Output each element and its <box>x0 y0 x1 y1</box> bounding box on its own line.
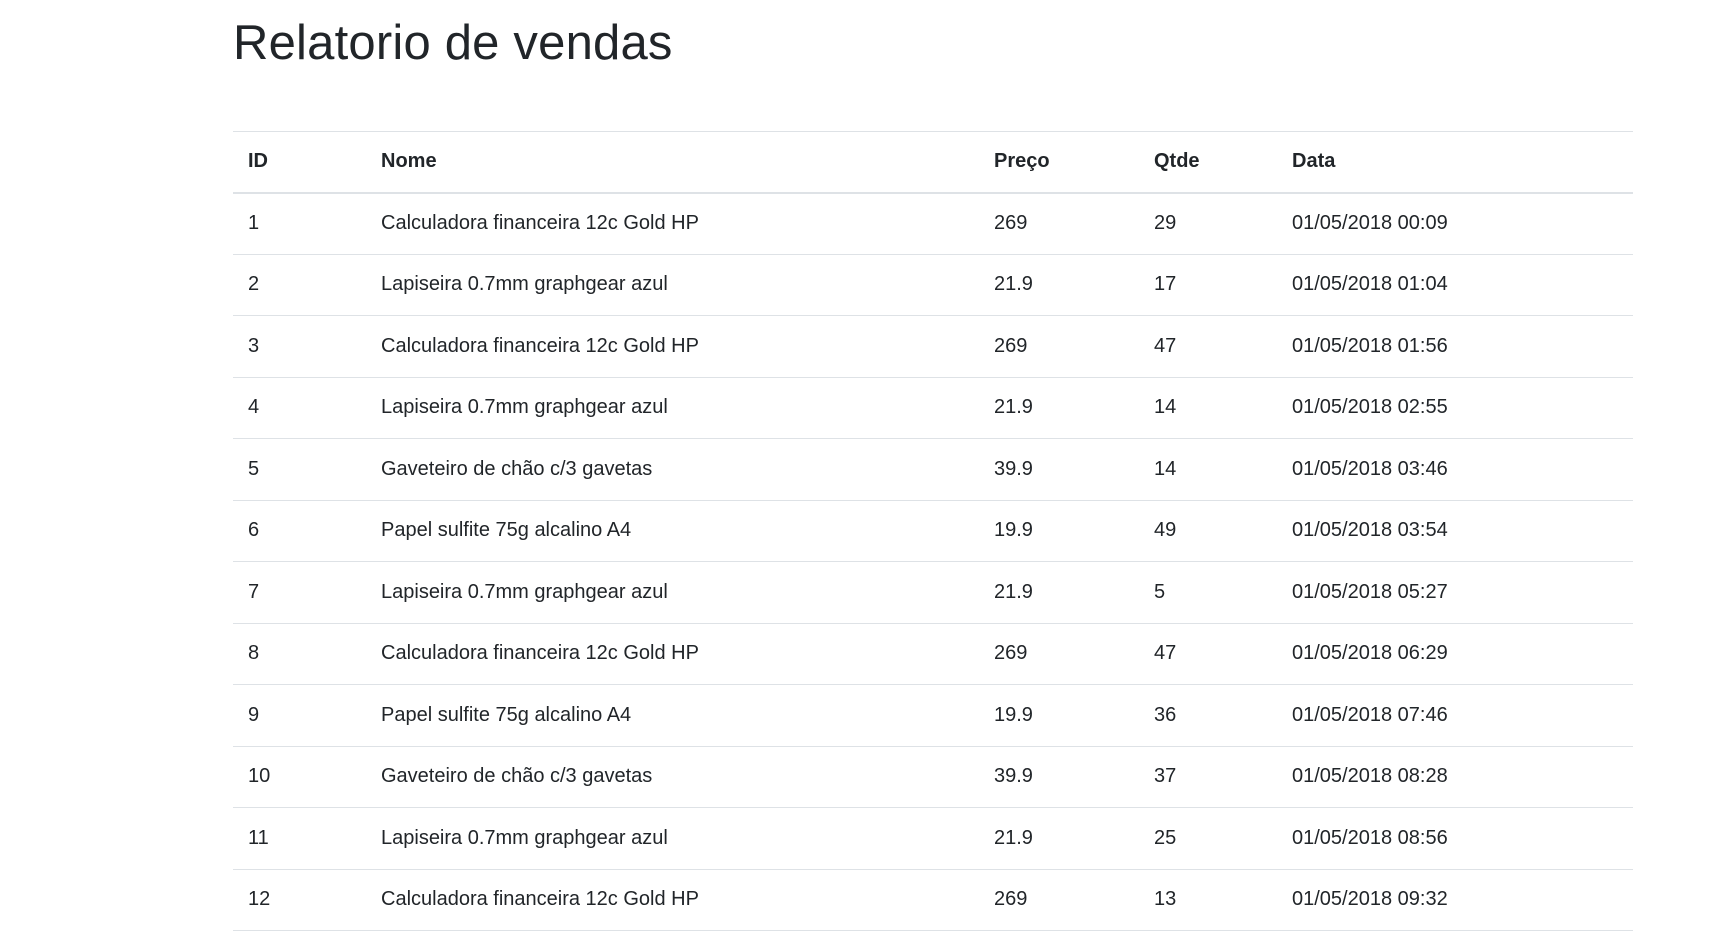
table-row: 10 Gaveteiro de chão c/3 gavetas 39.9 37 01/… <box>233 746 1633 808</box>
cell-data: 01/05/2018 00:09 <box>1277 192 1633 255</box>
table-row: 9 Papel sulfite 75g alcalino A4 19.9 36 01/0… <box>233 684 1633 747</box>
cell-qtde: 5 <box>1139 561 1277 624</box>
cell-preco: 269 <box>979 192 1139 255</box>
table-row: 6 Papel sulfite 75g alcalino A4 19.9 49 01/0… <box>233 500 1633 562</box>
cell-preco: 21.9 <box>979 254 1139 316</box>
cell-qtde: 25 <box>1139 807 1277 870</box>
cell-preco: 39.9 <box>979 438 1139 501</box>
cell-qtde: 29 <box>1139 192 1277 255</box>
cell-data: 01/05/2018 08:56 <box>1277 807 1633 870</box>
cell-preco: 19.9 <box>979 684 1139 747</box>
cell-data: 01/05/2018 06:29 <box>1277 623 1633 685</box>
cell-nome: Lapiseira 0.7mm graphgear azul <box>366 377 979 439</box>
page-title: Relatorio de vendas <box>233 16 673 70</box>
column-header-nome: Nome <box>366 131 979 194</box>
table-row: 11 Lapiseira 0.7mm graphgear azul 21.9 25 01… <box>233 807 1633 870</box>
cell-qtde: 37 <box>1139 746 1277 808</box>
cell-preco: 21.9 <box>979 561 1139 624</box>
cell-nome: Lapiseira 0.7mm graphgear azul <box>366 254 979 316</box>
cell-data: 01/05/2018 03:54 <box>1277 500 1633 562</box>
cell-id: 10 <box>233 746 366 808</box>
cell-preco: 21.9 <box>979 377 1139 439</box>
cell-nome: Calculadora financeira 12c Gold HP <box>366 192 979 255</box>
table-header: ID Nome Preço Qtde Data <box>233 131 1633 194</box>
cell-nome: Papel sulfite 75g alcalino A4 <box>366 500 979 562</box>
table-row: 3 Calculadora financeira 12c Gold HP 269 47… <box>233 315 1633 378</box>
table-row: 12 Calculadora financeira 12c Gold HP 269 1… <box>233 869 1633 931</box>
cell-qtde: 17 <box>1139 254 1277 316</box>
cell-qtde: 36 <box>1139 684 1277 747</box>
cell-id: 9 <box>233 684 366 747</box>
cell-qtde: 47 <box>1139 315 1277 378</box>
cell-preco: 269 <box>979 315 1139 378</box>
cell-preco: 19.9 <box>979 500 1139 562</box>
cell-qtde: 14 <box>1139 438 1277 501</box>
table-row: 7 Lapiseira 0.7mm graphgear azul 21.9 5 01/0… <box>233 561 1633 624</box>
cell-id: 8 <box>233 623 366 685</box>
cell-nome: Papel sulfite 75g alcalino A4 <box>366 684 979 747</box>
cell-nome: Calculadora financeira 12c Gold HP <box>366 623 979 685</box>
cell-data: 01/05/2018 01:56 <box>1277 315 1633 378</box>
cell-data: 01/05/2018 03:46 <box>1277 438 1633 501</box>
table-body: 1 Calculadora financeira 12c Gold HP 269 29… <box>233 192 1633 931</box>
cell-qtde: 14 <box>1139 377 1277 439</box>
cell-id: 6 <box>233 500 366 562</box>
table-row: 4 Lapiseira 0.7mm graphgear azul 21.9 14 01/… <box>233 377 1633 439</box>
cell-nome: Lapiseira 0.7mm graphgear azul <box>366 561 979 624</box>
cell-id: 1 <box>233 192 366 255</box>
cell-id: 12 <box>233 869 366 931</box>
cell-data: 01/05/2018 05:27 <box>1277 561 1633 624</box>
cell-data: 01/05/2018 09:32 <box>1277 869 1633 931</box>
table-row: 1 Calculadora financeira 12c Gold HP 269 29… <box>233 192 1633 255</box>
cell-nome: Gaveteiro de chão c/3 gavetas <box>366 438 979 501</box>
cell-id: 7 <box>233 561 366 624</box>
cell-id: 5 <box>233 438 366 501</box>
cell-data: 01/05/2018 08:28 <box>1277 746 1633 808</box>
cell-id: 3 <box>233 315 366 378</box>
column-header-id: ID <box>233 131 366 194</box>
cell-data: 01/05/2018 01:04 <box>1277 254 1633 316</box>
table-row: 2 Lapiseira 0.7mm graphgear azul 21.9 17 01/… <box>233 254 1633 316</box>
cell-data: 01/05/2018 07:46 <box>1277 684 1633 747</box>
column-header-data: Data <box>1277 131 1633 194</box>
cell-preco: 269 <box>979 623 1139 685</box>
cell-preco: 21.9 <box>979 807 1139 870</box>
sales-table: ID Nome Preço Qtde Data 1 Calculadora fin… <box>233 131 1633 931</box>
cell-id: 4 <box>233 377 366 439</box>
table-row: 8 Calculadora financeira 12c Gold HP 269 47… <box>233 623 1633 685</box>
table-header-row: ID Nome Preço Qtde Data <box>233 131 1633 194</box>
page-container: Relatorio de vendas ID Nome Preço Qtde D… <box>233 0 1633 931</box>
column-header-preco: Preço <box>979 131 1139 194</box>
cell-nome: Lapiseira 0.7mm graphgear azul <box>366 807 979 870</box>
cell-nome: Calculadora financeira 12c Gold HP <box>366 315 979 378</box>
cell-qtde: 13 <box>1139 869 1277 931</box>
column-header-qtde: Qtde <box>1139 131 1277 194</box>
cell-preco: 269 <box>979 869 1139 931</box>
cell-nome: Calculadora financeira 12c Gold HP <box>366 869 979 931</box>
cell-preco: 39.9 <box>979 746 1139 808</box>
cell-qtde: 47 <box>1139 623 1277 685</box>
cell-data: 01/05/2018 02:55 <box>1277 377 1633 439</box>
table-row: 5 Gaveteiro de chão c/3 gavetas 39.9 14 01/0… <box>233 438 1633 501</box>
cell-id: 2 <box>233 254 366 316</box>
cell-id: 11 <box>233 807 366 870</box>
cell-qtde: 49 <box>1139 500 1277 562</box>
cell-nome: Gaveteiro de chão c/3 gavetas <box>366 746 979 808</box>
